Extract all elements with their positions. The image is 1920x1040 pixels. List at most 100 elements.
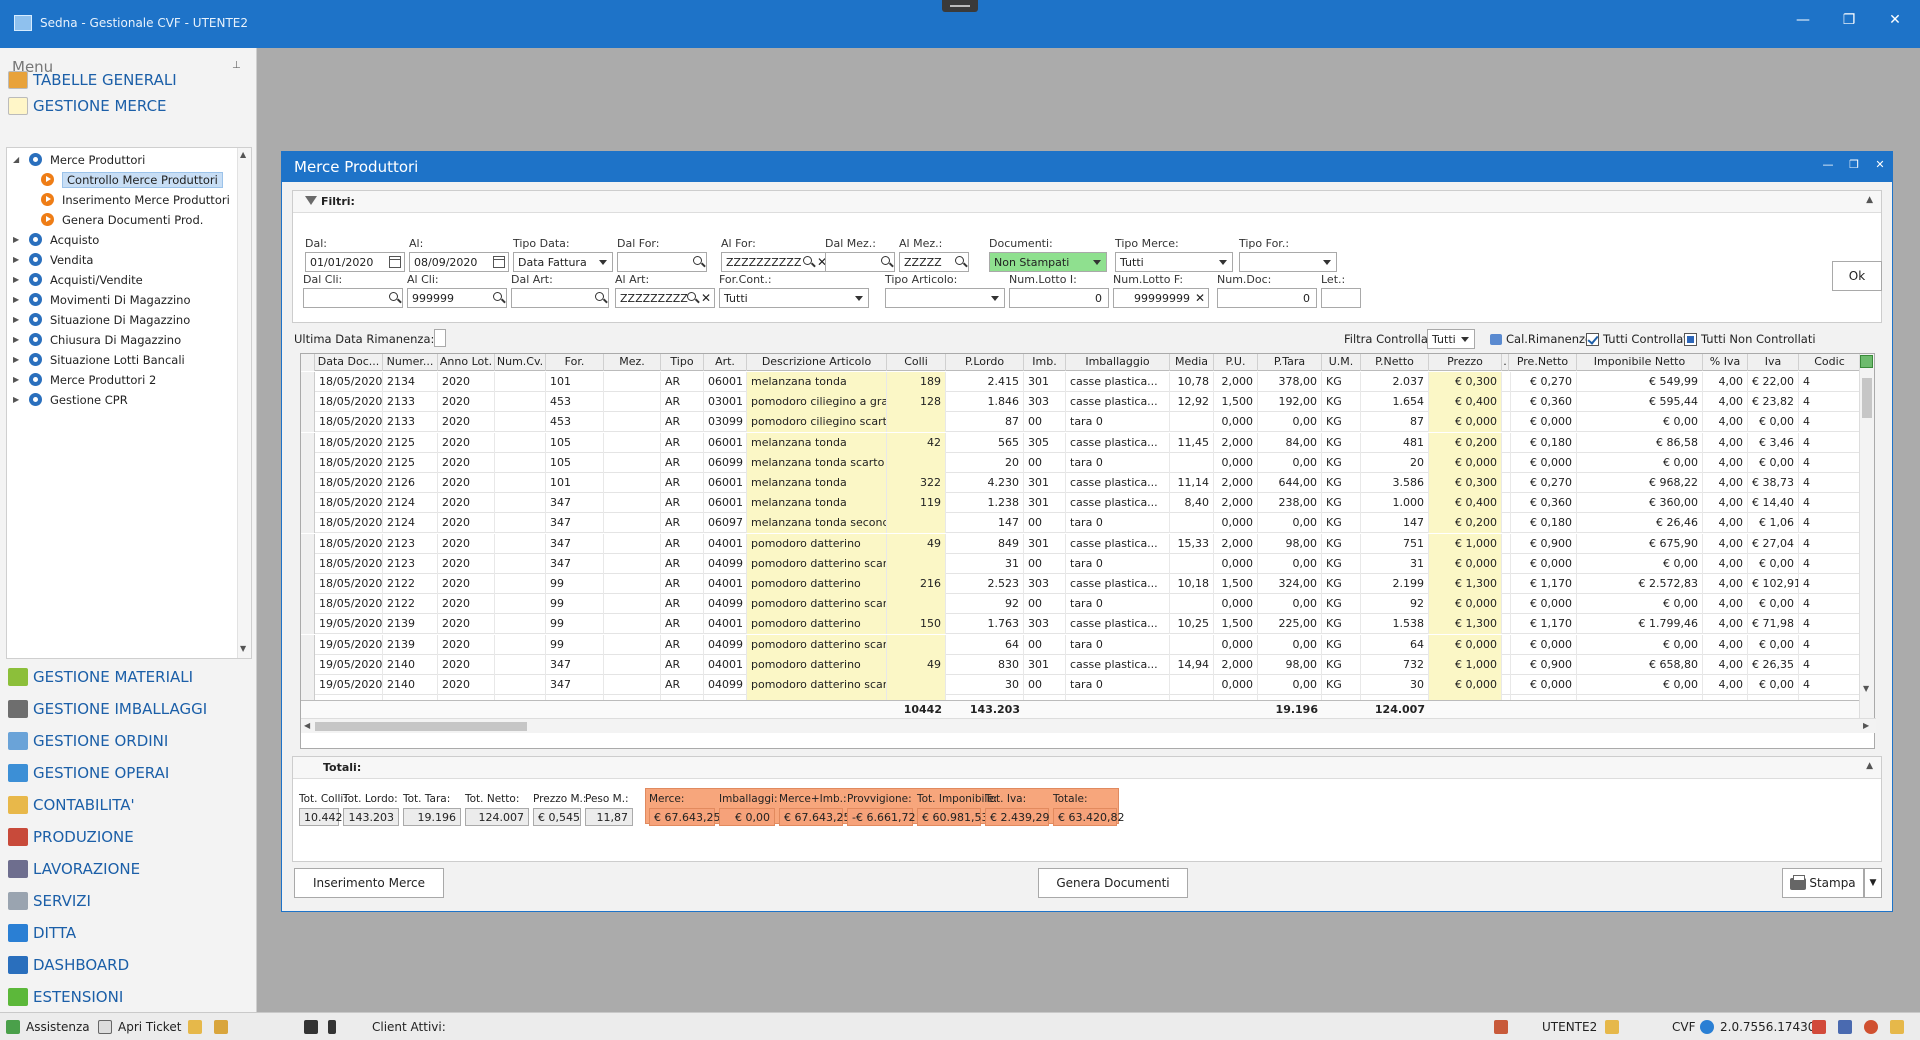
filters-header[interactable]: Filtri: ▲ xyxy=(293,191,1881,213)
table-row[interactable]: 18/05/2020 2123 2020 347 AR 04001 pomodoro dat… xyxy=(301,533,1861,554)
collapsed-arrow-icon[interactable]: ▶ xyxy=(13,235,23,244)
column-header-codic[interactable]: Codic xyxy=(1799,354,1861,371)
chevron-down-icon[interactable] xyxy=(599,260,607,265)
bug-button[interactable] xyxy=(1864,1020,1884,1034)
row-indicator[interactable] xyxy=(301,654,315,675)
table-row[interactable]: 18/05/2020 2126 2020 101 AR 06001 melanzana to… xyxy=(301,473,1861,493)
genera-documenti-button[interactable]: Genera Documenti xyxy=(1038,868,1188,898)
tipo-articolo-field[interactable] xyxy=(885,288,1005,308)
close-button[interactable]: ✕ xyxy=(1880,10,1910,30)
grid-horizontal-scrollbar[interactable]: ◀ ▶ xyxy=(301,718,1876,733)
column-header-p-u[interactable]: P.U. xyxy=(1214,354,1258,371)
row-indicator[interactable] xyxy=(301,533,315,554)
section-gestione-imballaggi[interactable]: GESTIONE IMBALLAGGI xyxy=(8,697,207,721)
table-row[interactable]: 18/05/2020 2124 2020 347 AR 06001 melanzana to… xyxy=(301,493,1861,514)
tree-item-merce-produttori-2[interactable]: ▶ Merce Produttori 2 xyxy=(13,370,156,389)
column-header-p-netto[interactable]: P.Netto xyxy=(1361,354,1429,371)
mobile-button[interactable] xyxy=(328,1020,342,1034)
folder-button[interactable] xyxy=(188,1020,208,1034)
column-chooser-icon[interactable] xyxy=(1860,355,1873,368)
for-cont-field[interactable]: Tutti xyxy=(719,288,869,308)
calendar-icon[interactable] xyxy=(389,256,401,268)
column-header-imballaggio[interactable]: Imballaggio xyxy=(1066,354,1170,371)
table-row[interactable]: 19/05/2020 2139 2020 99 AR 04099 pomodoro datt… xyxy=(301,634,1861,655)
documenti-field[interactable]: Non Stampati xyxy=(989,252,1107,272)
row-indicator[interactable] xyxy=(301,392,315,413)
column-header-anno-lot[interactable]: Anno Lot. xyxy=(438,354,495,371)
column-header-data-doc[interactable]: Data Doc... xyxy=(315,354,383,371)
chevron-down-icon[interactable] xyxy=(1323,260,1331,265)
tree-item-genera-documenti-prod[interactable]: Genera Documenti Prod. xyxy=(41,210,203,229)
row-indicator[interactable] xyxy=(301,614,315,635)
tree-item-situazione-lotti-bancali[interactable]: ▶ Situazione Lotti Bancali xyxy=(13,350,185,369)
search-icon[interactable] xyxy=(493,292,502,301)
table-row[interactable]: 18/05/2020 2134 2020 101 AR 06001 melanzana to… xyxy=(301,372,1861,392)
row-indicator[interactable] xyxy=(301,634,315,655)
inserimento-merce-button[interactable]: Inserimento Merce xyxy=(294,868,444,898)
column-header-for[interactable]: For. xyxy=(546,354,604,371)
al-art-field[interactable]: ZZZZZZZZZ ✕ xyxy=(615,288,715,308)
dal-for-field[interactable] xyxy=(617,252,707,272)
scroll-down-icon[interactable]: ▼ xyxy=(240,644,246,653)
tree-item-movimenti-di-magazzino[interactable]: ▶ Movimenti Di Magazzino xyxy=(13,290,191,309)
scroll-thumb[interactable] xyxy=(1862,378,1872,418)
tree-item-acquisti-vendite[interactable]: ▶ Acquisti/Vendite xyxy=(13,270,143,289)
search-icon[interactable] xyxy=(803,256,812,265)
column-header-imb[interactable]: Imb. xyxy=(1024,354,1066,371)
table-row[interactable]: 18/05/2020 2123 2020 347 AR 04099 pomodoro dat… xyxy=(301,553,1861,574)
child-maximize-button[interactable]: ❐ xyxy=(1844,158,1864,171)
section-gestione-ordini[interactable]: GESTIONE ORDINI xyxy=(8,729,168,753)
column-header-mez[interactable]: Mez. xyxy=(604,354,661,371)
chevron-down-icon[interactable] xyxy=(1093,260,1101,265)
al-for-field[interactable]: ZZZZZZZZZZ ✕ xyxy=(721,252,831,272)
collapsed-arrow-icon[interactable]: ▶ xyxy=(13,355,23,364)
al-field[interactable]: 08/09/2020 xyxy=(409,252,509,272)
column-header-u-m[interactable]: U.M. xyxy=(1322,354,1361,371)
keyboard-button[interactable] xyxy=(1838,1020,1858,1034)
table-row[interactable]: 18/05/2020 2133 2020 453 AR 03001 pomodoro cil… xyxy=(301,392,1861,413)
section-gestione-operai[interactable]: GESTIONE OPERAI xyxy=(8,761,169,785)
column-header-iva[interactable]: % Iva xyxy=(1703,354,1748,371)
scroll-left-icon[interactable]: ◀ xyxy=(304,721,310,730)
chat-button[interactable] xyxy=(1890,1020,1910,1034)
column-header-numer[interactable]: Numer... xyxy=(383,354,438,371)
tree-item-vendita[interactable]: ▶ Vendita xyxy=(13,250,93,269)
restore-button[interactable]: ❐ xyxy=(1834,10,1864,30)
section-contabilita[interactable]: CONTABILITA' xyxy=(8,793,135,817)
stampa-dropdown-button[interactable]: ▼ xyxy=(1864,868,1882,898)
row-indicator[interactable] xyxy=(301,493,315,514)
hscroll-thumb[interactable] xyxy=(315,722,527,731)
scroll-up-icon[interactable]: ▲ xyxy=(240,150,246,159)
column-header-colli[interactable]: Colli xyxy=(887,354,946,371)
dal-mez-field[interactable] xyxy=(825,252,895,272)
row-indicator[interactable] xyxy=(301,574,315,594)
qr-button[interactable] xyxy=(304,1020,324,1034)
collapse-icon[interactable]: ▲ xyxy=(1866,195,1873,205)
row-indicator[interactable] xyxy=(301,412,315,433)
search-icon[interactable] xyxy=(955,256,964,265)
column-header-p-tara[interactable]: P.Tara xyxy=(1258,354,1322,371)
tipo-data-field[interactable]: Data Fattura xyxy=(513,252,613,272)
chevron-down-icon[interactable] xyxy=(991,296,999,301)
totals-header[interactable]: Totali: ▲ xyxy=(293,757,1881,779)
search-icon[interactable] xyxy=(595,292,604,301)
chevron-down-icon[interactable] xyxy=(1219,260,1227,265)
row-indicator[interactable] xyxy=(301,594,315,615)
stampa-button[interactable]: Stampa xyxy=(1782,868,1864,898)
collapsed-arrow-icon[interactable]: ▶ xyxy=(13,255,23,264)
num-lotto-i-field[interactable]: 0 xyxy=(1009,288,1109,308)
minimize-button[interactable]: — xyxy=(1788,10,1818,30)
tree-item-controllo-merce-produttori[interactable]: Controllo Merce Produttori xyxy=(41,170,223,189)
column-header-tipo[interactable]: Tipo xyxy=(661,354,704,371)
calendar-icon[interactable] xyxy=(493,256,505,268)
calendar-button[interactable] xyxy=(1812,1020,1832,1034)
collapsed-arrow-icon[interactable]: ▶ xyxy=(13,315,23,324)
section-lavorazione[interactable]: LAVORAZIONE xyxy=(8,857,140,881)
tipo-for-field[interactable] xyxy=(1239,252,1337,272)
table-row[interactable]: 19/05/2020 2140 2020 347 AR 04099 pomodoro dat… xyxy=(301,675,1861,695)
table-row[interactable]: 18/05/2020 2122 2020 99 AR 04001 pomodoro datt… xyxy=(301,574,1861,594)
tutti-controllati-checkbox[interactable]: Tutti Controllati xyxy=(1586,332,1691,346)
row-indicator[interactable] xyxy=(301,675,315,695)
table-row[interactable]: 18/05/2020 2124 2020 347 AR 06097 melanzana to… xyxy=(301,513,1861,534)
column-header-num-cv[interactable]: Num.Cv. xyxy=(495,354,546,371)
